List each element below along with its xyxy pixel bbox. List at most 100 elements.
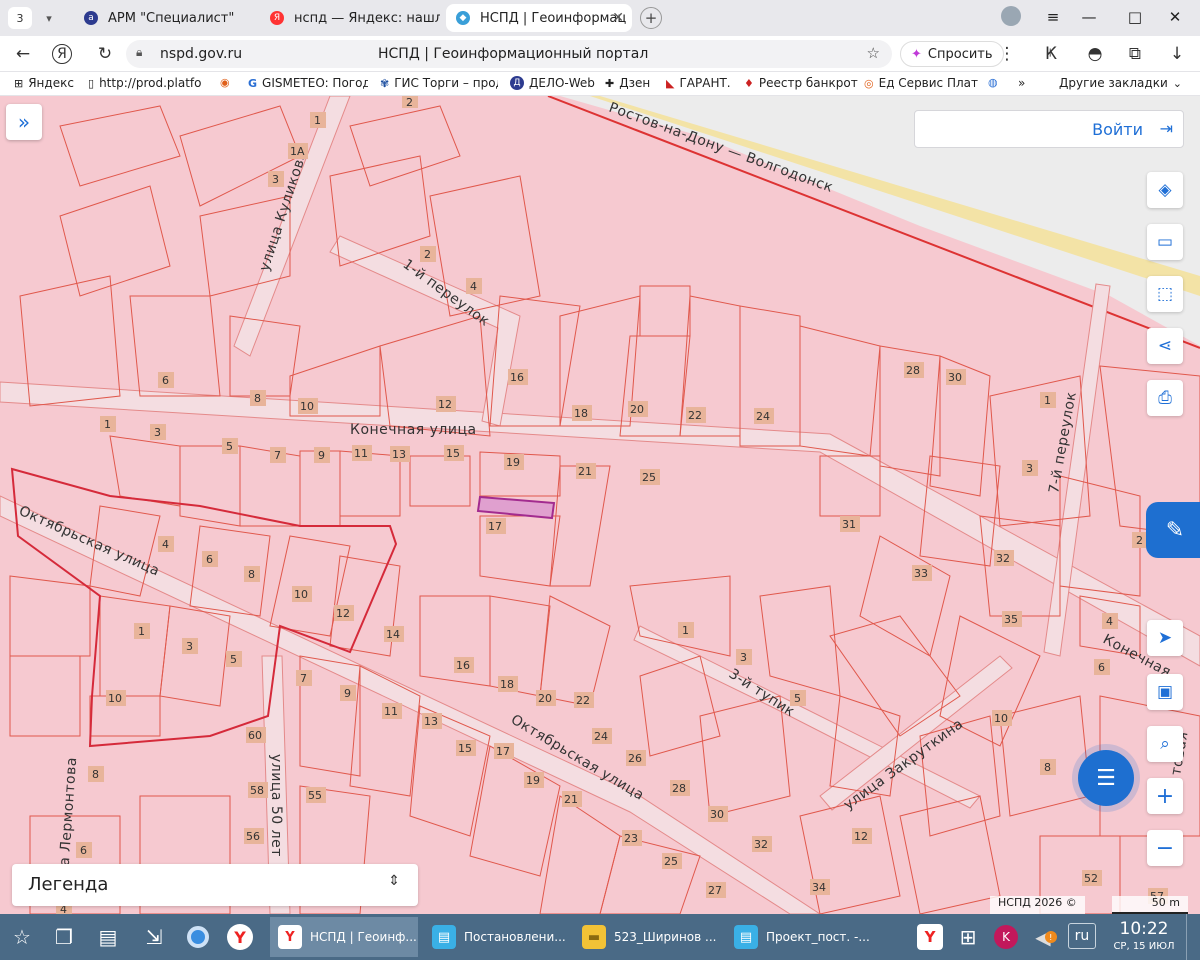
parcel-label: 19 — [504, 454, 524, 470]
bookmark-garant[interactable]: ◣ ГАРАНТ. — [666, 76, 731, 90]
volume-warning-icon[interactable]: ◀! — [1030, 921, 1062, 953]
zoom-out-button[interactable]: − — [1147, 830, 1183, 866]
bookmark-orange[interactable]: ◉ — [220, 76, 230, 89]
legend-label: Легенда — [28, 874, 109, 895]
windows-switcher-icon[interactable]: ❐ — [48, 921, 80, 953]
new-tab-button[interactable]: + — [640, 7, 662, 29]
minimize-icon[interactable]: — — [1078, 8, 1100, 26]
expand-panel-button[interactable]: » — [6, 104, 42, 140]
svg-text:32: 32 — [996, 552, 1010, 565]
chevron-updown-icon[interactable]: ⇕ — [388, 873, 400, 889]
parcel-label: 11 — [352, 445, 372, 461]
ask-button[interactable]: ✦ Спросить — [900, 41, 1004, 67]
chromium-icon[interactable] — [182, 921, 214, 953]
selected-parcel[interactable] — [476, 495, 556, 520]
reload-icon[interactable]: ↻ — [94, 43, 116, 65]
tray-k-icon[interactable]: K — [990, 921, 1022, 953]
svg-text:15: 15 — [458, 742, 472, 755]
print-icon[interactable]: ⎙ — [1147, 380, 1183, 416]
start-star-icon[interactable]: ☆ — [6, 921, 38, 953]
show-desktop-button[interactable] — [1186, 914, 1200, 960]
logout-icon[interactable]: ⇲ — [138, 921, 170, 953]
legend-panel[interactable]: Легенда ⇕ — [12, 864, 418, 906]
tab-arm-specialist[interactable]: a АРМ "Специалист" — [74, 4, 254, 32]
back-arrow-icon[interactable]: ← — [12, 43, 34, 65]
task-nspd-browser[interactable]: Y НСПД | Геоинф... — [270, 917, 418, 957]
minimap-icon[interactable]: ▣ — [1147, 674, 1183, 710]
svg-text:2: 2 — [406, 96, 413, 109]
tab-yandex-search[interactable]: Я нспд — Яндекс: нашлось — [260, 4, 440, 32]
svg-text:6: 6 — [80, 844, 87, 857]
bookmark-reestr[interactable]: ♦ Реестр банкрот — [744, 76, 858, 90]
parcel-label: 13 — [390, 446, 410, 462]
share-icon[interactable]: ⋖ — [1147, 328, 1183, 364]
parcel-label: 22 — [574, 692, 594, 708]
select-area-icon[interactable]: ⬚ — [1147, 276, 1183, 312]
parcel-label: 34 — [810, 879, 830, 895]
map-canvas[interactable]: Ростов-на-Дону — Волгодонск Конечная ули… — [0, 96, 1200, 914]
download-icon[interactable]: ↓ — [1166, 43, 1188, 65]
lock-icon: 🔒︎ — [136, 45, 143, 59]
bookmark-yandex[interactable]: ⊞ Яндекс — [14, 76, 74, 90]
bookmark-dzen[interactable]: ✚ Дзен — [605, 76, 650, 90]
maximize-icon[interactable]: □ — [1124, 8, 1146, 26]
keyboard-layout-indicator[interactable]: ru — [1068, 923, 1096, 949]
svg-text:11: 11 — [354, 447, 368, 460]
tray-yandex-icon[interactable]: Y — [914, 921, 946, 953]
bookmark-prod-platform[interactable]: ▯ http://prod.platfo — [88, 76, 206, 90]
parcel-label: 21 — [562, 791, 582, 807]
close-tab-icon[interactable]: ✕ — [612, 10, 624, 26]
bookmark-gis-torgi[interactable]: ✾ ГИС Торги – прод — [380, 76, 498, 90]
bookmark-gismeteo[interactable]: G GISMETEO: Погод — [248, 76, 368, 90]
other-bookmarks[interactable]: Другие закладки ⌄ — [1059, 76, 1182, 90]
geolocation-icon[interactable]: ➤ — [1147, 620, 1183, 656]
extension-dish-icon[interactable]: ◓ — [1084, 43, 1106, 65]
bookmark-delo-web[interactable]: Д ДЕЛО-Web — [510, 76, 595, 90]
network-icon[interactable]: ⊞ — [952, 921, 984, 953]
bookmark-globe[interactable]: ◍ — [988, 76, 998, 89]
more-options-icon[interactable]: ⋮ — [996, 43, 1018, 65]
bookmark-icon[interactable]: ☆ — [867, 44, 880, 62]
collections-icon[interactable]: ⧉ — [1124, 43, 1146, 65]
side-panel-tab-icon[interactable]: ✎ — [1146, 502, 1200, 558]
more-bookmarks-chevron-icon[interactable]: » — [1018, 76, 1025, 90]
task-proekt[interactable]: ▤ Проект_пост. -... — [726, 917, 872, 957]
clock-time[interactable]: 10:22 — [1108, 919, 1180, 939]
parcel-label: 3 — [736, 649, 752, 665]
zoom-in-button[interactable]: + — [1147, 778, 1183, 814]
task-postanovlenie[interactable]: ▤ Постановлени... — [424, 917, 566, 957]
svg-text:21: 21 — [564, 793, 578, 806]
layers-icon[interactable]: ◈ — [1147, 172, 1183, 208]
cadastral-map[interactable]: Ростов-на-Дону — Волгодонск Конечная ули… — [0, 96, 1200, 914]
extension-k-icon[interactable]: Ҝ — [1040, 43, 1062, 65]
login-button[interactable]: Войти ⇥ — [914, 110, 1184, 148]
close-window-icon[interactable]: ✕ — [1164, 8, 1186, 26]
tab-count-badge[interactable]: 3 — [8, 7, 32, 29]
browser-tab-strip: 3 ▾ a АРМ "Специалист" Я нспд — Яндекс: … — [0, 0, 1200, 36]
task-folder-shirinov[interactable]: ▬ 523_Ширинов ... — [574, 917, 720, 957]
tab-nspd[interactable]: ◆ НСПД | Геоинформац ✕ — [446, 4, 632, 32]
yandex-logo-icon[interactable]: Я — [52, 44, 72, 64]
parcel-label: 3 — [1022, 460, 1038, 476]
yandex-browser-icon[interactable]: Y — [224, 921, 256, 953]
tab-list-chevron-icon[interactable]: ▾ — [38, 8, 60, 28]
parcel-label: 10 — [298, 398, 318, 414]
parcel-label: 24 — [592, 728, 612, 744]
bookmark-ed-servis[interactable]: ◎ Ед Сервис Платф — [864, 76, 978, 90]
search-location-icon[interactable]: ⌕ — [1147, 726, 1183, 762]
parcel-label: 6 — [76, 842, 92, 858]
chat-icon[interactable]: ☰ — [1078, 750, 1134, 806]
svg-text:13: 13 — [392, 448, 406, 461]
file-manager-icon[interactable]: ▤ — [92, 921, 124, 953]
parcel-label: 56 — [244, 828, 264, 844]
clock-date: СР, 15 ИЮЛ — [1113, 941, 1175, 952]
bookmarks-bar: ⊞ Яндекс ▯ http://prod.platfo ◉ G GISMETEO:… — [0, 72, 1200, 96]
profile-avatar-icon[interactable] — [1000, 6, 1022, 30]
menu-icon[interactable]: ≡ — [1042, 8, 1064, 26]
url-field[interactable]: 🔒︎ nspd.gov.ru НСПД | Геоинформационный … — [126, 40, 892, 68]
ruler-icon[interactable]: ▭ — [1147, 224, 1183, 260]
document-task-icon: ▤ — [432, 925, 456, 949]
parcel-label: 55 — [306, 787, 326, 803]
svg-text:13: 13 — [424, 715, 438, 728]
svg-text:6: 6 — [162, 374, 169, 387]
